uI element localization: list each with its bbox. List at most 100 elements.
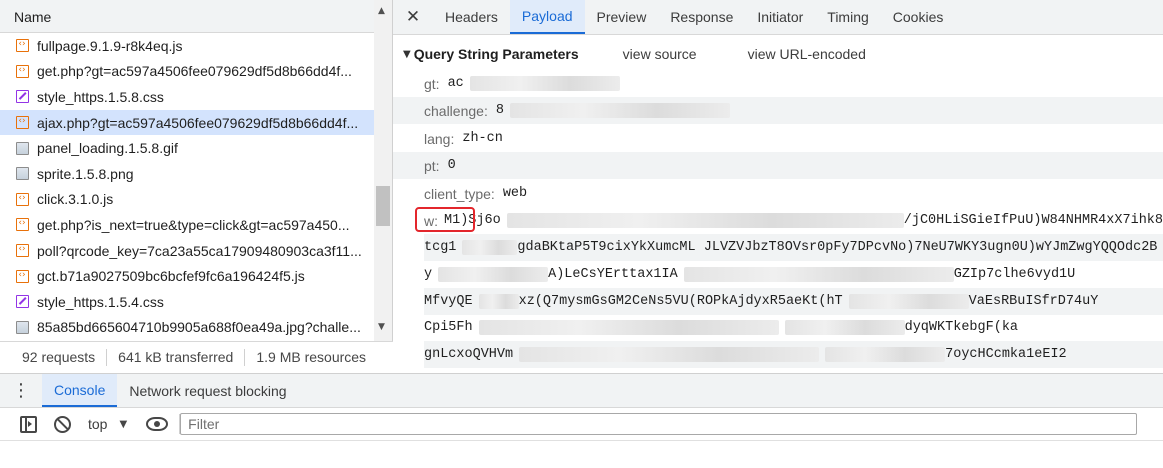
request-list-pane: Name fullpage.9.1.9-r8k4eq.js get.php?gt=… bbox=[0, 0, 393, 373]
style-file-icon bbox=[16, 295, 29, 309]
request-name: fullpage.9.1.9-r8k4eq.js bbox=[37, 37, 183, 54]
w-value-segment: A)Le bbox=[548, 267, 581, 282]
redacted-blur bbox=[478, 294, 519, 309]
request-name: 85a85bd665604710b9905a688f0ea49a.jpg?cha… bbox=[37, 319, 361, 336]
w-param-line[interactable]: Cpi5Fh dyqWKTkebgF(ka bbox=[424, 314, 1163, 341]
collapse-triangle-icon[interactable]: ▼ bbox=[403, 49, 411, 60]
w-param-line[interactable]: w: M1)Sj6o/jC0HLiSGieIfPuU)W84NHMR4xX7ihk… bbox=[393, 207, 1163, 234]
request-row[interactable]: sprite.1.5.8.png bbox=[0, 161, 374, 187]
tab-payload[interactable]: Payload bbox=[509, 0, 585, 34]
redacted-blur bbox=[683, 267, 954, 282]
param-value: 0 bbox=[447, 158, 456, 173]
request-name: style_https.1.5.8.css bbox=[37, 88, 164, 105]
request-detail-pane: ✕ Headers Payload Preview Response Initiator… bbox=[393, 0, 1163, 373]
request-row[interactable]: style_https.1.5.4.css bbox=[0, 289, 374, 315]
w-param-line[interactable]: y A)Le CsYErttax1IA GZIp7clhe6vyd1U bbox=[424, 261, 1163, 288]
request-row[interactable]: gct.b71a9027509bc6bcfef9fc6a196424f5.js bbox=[0, 263, 374, 289]
w-value-segment: VaEsRBuISfrD74uY bbox=[968, 294, 1099, 309]
param-value: ac bbox=[447, 76, 464, 91]
param-key: challenge: bbox=[424, 102, 488, 119]
script-file-icon bbox=[16, 36, 29, 53]
param-row[interactable]: gt: ac bbox=[393, 70, 1163, 97]
show-sidebar-icon[interactable] bbox=[20, 415, 37, 433]
request-row[interactable]: panel_loading.1.5.8.gif bbox=[0, 135, 374, 161]
param-key: lang: bbox=[424, 130, 455, 147]
param-key: client_type: bbox=[424, 185, 495, 202]
drawer-tab-bar: ⋮ Console Network request blocking bbox=[0, 373, 1163, 408]
request-name: click.3.1.0.js bbox=[37, 191, 114, 208]
query-string-section-header[interactable]: ▼ Query String Parameters view source vi… bbox=[403, 44, 866, 64]
request-row[interactable]: get.php?gt=ac597a4506fee079629df5d8b66dd… bbox=[0, 59, 374, 85]
w-value-segment: dyqWKTkebgF(ka bbox=[904, 320, 1019, 335]
redacted-blur bbox=[506, 213, 904, 228]
script-file-icon bbox=[16, 62, 29, 78]
w-value-segment: /jC0HLiSGieIfPuU)W84NHMR4xX7ihk8 bbox=[903, 213, 1163, 228]
script-file-icon bbox=[16, 241, 29, 258]
redacted-blur bbox=[478, 320, 779, 335]
request-row[interactable]: get.php?is_next=true&type=click&gt=ac597… bbox=[0, 212, 374, 238]
request-row[interactable]: fullpage.9.1.9-r8k4eq.js bbox=[0, 33, 374, 59]
script-file-icon bbox=[16, 267, 29, 283]
more-tabs-menu-icon[interactable]: ⋮ bbox=[0, 374, 42, 407]
request-count: 92 requests bbox=[0, 349, 108, 366]
network-status-bar: 92 requests 641 kB transferred 1.9 MB re… bbox=[0, 341, 393, 373]
view-source-link[interactable]: view source bbox=[623, 46, 697, 62]
context-label: top bbox=[88, 416, 108, 432]
scroll-down-arrow-icon[interactable]: ▼ bbox=[378, 322, 385, 332]
context-selector[interactable]: top ▼ bbox=[88, 416, 127, 432]
request-list-scrollbar[interactable]: ▲ ▼ bbox=[374, 0, 392, 341]
redacted-blur bbox=[462, 240, 518, 255]
redacted-blur bbox=[519, 347, 820, 362]
param-row[interactable]: pt: 0 bbox=[393, 152, 1163, 179]
w-value-segment: 5T9cixYkXumcML JLVZVJbzT8OVsr0pFy7DPcvNo… bbox=[582, 240, 1158, 255]
w-param-line[interactable]: MfvyQE xz(Q7mysmGsGM2CeNs5VU(ROPkAjdyxR5a… bbox=[424, 288, 1163, 315]
close-detail-icon[interactable]: ✕ bbox=[393, 0, 433, 34]
image-file-icon bbox=[16, 320, 29, 334]
request-name: ajax.php?gt=ac597a4506fee079629df5d8b66d… bbox=[37, 114, 359, 131]
w-value-segment: y bbox=[424, 267, 433, 282]
redacted-blur bbox=[784, 320, 905, 335]
tab-response[interactable]: Response bbox=[658, 0, 745, 34]
console-filter-input[interactable] bbox=[180, 413, 1138, 435]
param-value: web bbox=[502, 186, 528, 201]
image-file-icon bbox=[16, 141, 29, 155]
request-row[interactable]: ajax.php?gt=ac597a4506fee079629df5d8b66d… bbox=[0, 109, 374, 136]
drawer-tab-network-request-blocking[interactable]: Network request blocking bbox=[117, 374, 298, 407]
transferred-size: 641 kB transferred bbox=[107, 349, 246, 366]
tab-preview[interactable]: Preview bbox=[585, 0, 659, 34]
request-list: fullpage.9.1.9-r8k4eq.js get.php?gt=ac597… bbox=[0, 33, 374, 341]
param-value: zh-cn bbox=[462, 131, 503, 146]
name-column-header[interactable]: Name bbox=[0, 0, 374, 33]
script-file-icon bbox=[16, 215, 29, 232]
redacted-blur bbox=[825, 347, 946, 362]
request-row[interactable]: poll?qrcode_key=7ca23a55ca17909480903ca3… bbox=[0, 238, 374, 264]
w-value-segment: MfvyQE bbox=[424, 294, 473, 309]
param-row[interactable]: challenge: 8 bbox=[393, 97, 1163, 124]
request-name: panel_loading.1.5.8.gif bbox=[37, 140, 178, 157]
param-row[interactable]: lang: zh-cn bbox=[393, 125, 1163, 152]
tab-initiator[interactable]: Initiator bbox=[745, 0, 815, 34]
scrollbar-thumb[interactable] bbox=[376, 186, 390, 226]
request-row[interactable]: click.3.1.0.js bbox=[0, 187, 374, 213]
style-file-icon bbox=[16, 90, 29, 104]
redacted-blur bbox=[509, 103, 730, 118]
w-param-line[interactable]: gnLcxoQVHVm 7oycHCcmka1eEI2 bbox=[424, 341, 1163, 368]
request-row[interactable]: 85a85bd665604710b9905a688f0ea49a.jpg?cha… bbox=[0, 315, 374, 341]
tab-headers[interactable]: Headers bbox=[433, 0, 510, 34]
param-row[interactable]: client_type: web bbox=[393, 180, 1163, 207]
w-param-line[interactable]: tcg1 gdaBKtaP 5T9cixYkXumcML JLVZVJbzT8OVs… bbox=[424, 234, 1163, 261]
tab-timing[interactable]: Timing bbox=[815, 0, 881, 34]
w-value-segment: gdaBKtaP bbox=[517, 240, 583, 255]
drawer-tab-console[interactable]: Console bbox=[42, 374, 118, 407]
clear-console-icon[interactable] bbox=[54, 415, 71, 433]
tab-cookies[interactable]: Cookies bbox=[881, 0, 956, 34]
console-toolbar: top ▼ bbox=[0, 408, 1163, 441]
view-url-encoded-link[interactable]: view URL-encoded bbox=[748, 46, 866, 62]
scroll-up-arrow-icon[interactable]: ▲ bbox=[378, 6, 385, 16]
section-title: Query String Parameters bbox=[413, 46, 579, 62]
request-name: get.php?is_next=true&type=click&gt=ac597… bbox=[37, 216, 350, 233]
request-row[interactable]: style_https.1.5.8.css bbox=[0, 84, 374, 110]
param-key: gt: bbox=[424, 75, 440, 92]
live-expression-eye-icon[interactable] bbox=[146, 417, 169, 431]
redacted-blur bbox=[848, 294, 969, 309]
